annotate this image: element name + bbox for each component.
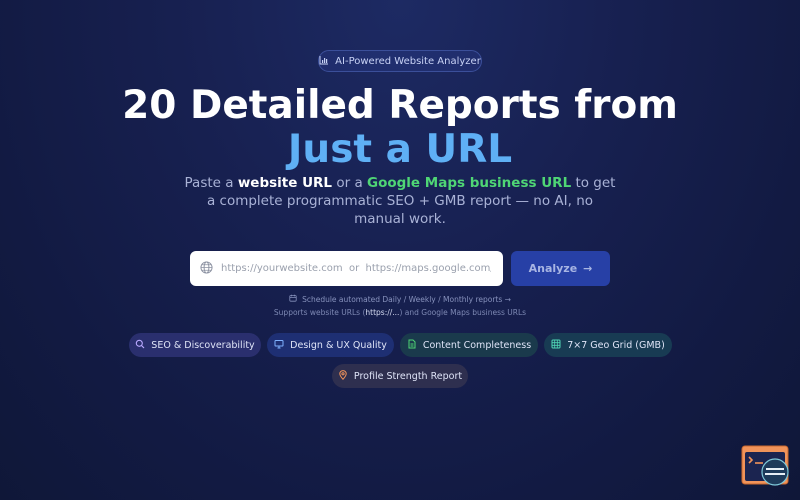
subtitle-gmaps-url: Google Maps business URL [367,175,572,191]
bar-chart-icon [319,55,329,68]
document-icon [407,339,417,352]
chip-profile-strength: Profile Strength Report [332,364,468,388]
subtitle-website-url: website URL [237,175,333,191]
url-input[interactable] [221,263,491,274]
supports-part-1: Supports website URLs ( [273,308,366,317]
monitor-icon [274,339,284,352]
schedule-reports-link[interactable]: Schedule automated Daily / Weekly / Mont… [286,293,514,305]
title-main: 20 Detailed Reports from [122,83,678,128]
chip-geo-grid: 7×7 Geo Grid (GMB) [544,333,672,357]
page-title: 20 Detailed Reports from Just a URL [80,84,720,172]
chip-content-completeness: Content Completeness [400,333,538,357]
page-subtitle: Paste a website URL or a Google Maps bus… [180,174,620,228]
chip-label: Design & UX Quality [290,339,387,351]
subtitle-part-2: or a [332,175,368,191]
grid-icon [551,339,561,352]
chip-design-ux: Design & UX Quality [267,333,394,357]
search-icon [135,339,145,352]
chip-seo-discoverability: SEO & Discoverability [129,333,261,357]
analyze-label: Analyze [528,262,578,275]
schedule-link-label: Schedule automated Daily / Weekly / Mont… [302,294,511,304]
globe-icon [200,259,213,278]
ai-badge: AI-Powered Website Analyzer [318,50,482,72]
subtitle-part-1: Paste a [184,175,238,191]
arrow-right-icon: → [583,262,593,275]
chip-label: Content Completeness [422,339,532,351]
supports-https: https://... [365,308,400,317]
url-search-box[interactable] [190,251,503,286]
analyze-button[interactable]: Analyze → [511,251,610,286]
title-accent: Just a URL [287,127,513,172]
chip-label: SEO & Discoverability [151,339,255,351]
chat-widget-button[interactable] [741,444,791,488]
calendar-icon [289,294,297,304]
chip-label: 7×7 Geo Grid (GMB) [567,339,665,351]
supports-part-2: ) and Google Maps business URLs [399,308,527,317]
supports-note: Supports website URLs (https://...) and … [240,308,560,317]
badge-label: AI-Powered Website Analyzer [335,55,481,67]
chip-label: Profile Strength Report [353,370,463,382]
location-pin-icon [338,369,348,383]
